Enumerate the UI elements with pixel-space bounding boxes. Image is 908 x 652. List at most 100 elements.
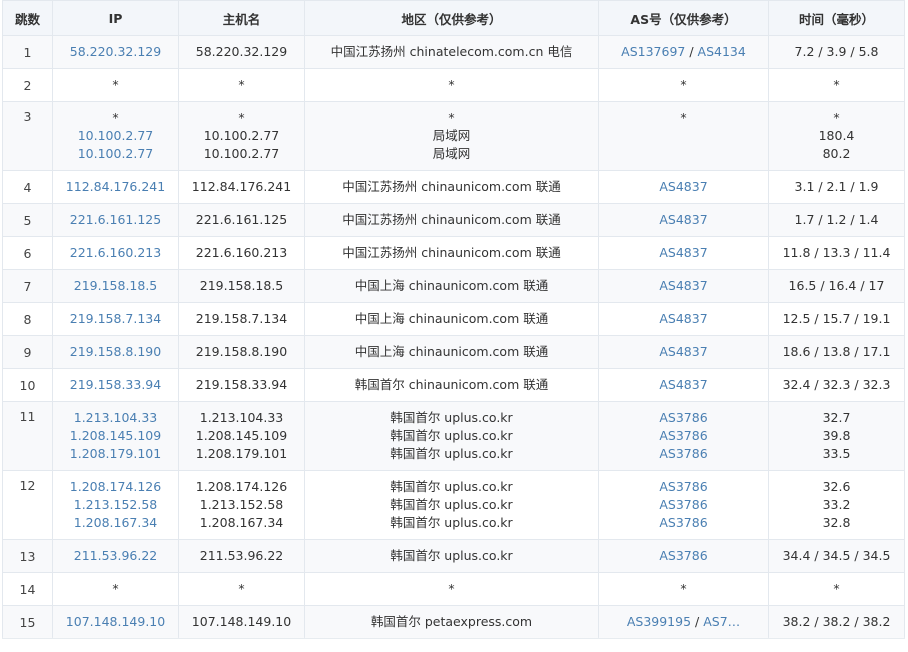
region-text: 韩国首尔 uplus.co.kr: [390, 446, 513, 461]
as-link[interactable]: AS7…: [703, 614, 740, 629]
ip-link[interactable]: 1.208.167.34: [55, 514, 176, 532]
ip-link[interactable]: 112.84.176.241: [55, 178, 176, 196]
as-link[interactable]: AS3786: [659, 497, 707, 512]
hostname-text: 221.6.161.125: [195, 212, 288, 227]
time-cell: 16.5 / 16.4 / 17: [768, 269, 905, 303]
time-cell: 38.2 / 38.2 / 38.2: [768, 605, 905, 639]
time-text: 16.5 / 16.4 / 17: [788, 278, 885, 293]
hostname-cell: *: [178, 572, 305, 606]
as-cell: *: [598, 68, 769, 102]
as-link[interactable]: AS3786: [659, 410, 707, 425]
as-link[interactable]: AS137697: [621, 44, 685, 59]
region-text: *: [448, 110, 455, 125]
hostname-text: *: [238, 581, 245, 596]
as-line: AS3786: [601, 496, 766, 514]
region-cell: 韩国首尔 petaexpress.com: [304, 605, 599, 639]
hostname-text: 219.158.33.94: [195, 377, 288, 392]
as-line: AS4837: [601, 343, 766, 361]
ip-link: *: [112, 581, 119, 596]
region-text: 中国上海 chinaunicom.com 联通: [354, 278, 549, 293]
as-link[interactable]: AS4837: [659, 344, 707, 359]
ip-link[interactable]: 10.100.2.77: [55, 145, 176, 163]
hop-cell: 12: [2, 470, 53, 540]
as-link[interactable]: AS3786: [659, 515, 707, 530]
as-link[interactable]: AS4134: [698, 44, 746, 59]
as-line: AS3786: [601, 445, 766, 463]
ip-cell: 219.158.7.134: [52, 302, 179, 336]
time-text: *: [833, 110, 840, 125]
time-text: 32.8: [822, 515, 851, 530]
hostname-text: 10.100.2.77: [203, 128, 280, 143]
ip-cell: 219.158.33.94: [52, 368, 179, 402]
region-text: 韩国首尔 uplus.co.kr: [390, 428, 513, 443]
time-text: 32.4 / 32.3 / 32.3: [782, 377, 891, 392]
ip-link[interactable]: 10.100.2.77: [55, 127, 176, 145]
time-cell: *: [768, 68, 905, 102]
table-row: 4 112.84.176.241 112.84.176.241 中国江苏扬州 chin…: [2, 170, 905, 204]
as-link[interactable]: AS4837: [659, 212, 707, 227]
ip-link[interactable]: 219.158.7.134: [55, 310, 176, 328]
time-text: 39.8: [822, 428, 851, 443]
as-link[interactable]: AS4837: [659, 245, 707, 260]
ip-link[interactable]: 219.158.33.94: [55, 376, 176, 394]
table-row: 9 219.158.8.190 219.158.8.190 中国上海 chinauni…: [2, 335, 905, 369]
table-row: 5 221.6.161.125 221.6.161.125 中国江苏扬州 chinau…: [2, 203, 905, 237]
hop-cell: 13: [2, 539, 53, 573]
ip-link[interactable]: 1.208.145.109: [55, 427, 176, 445]
as-separator: /: [685, 44, 698, 59]
as-link[interactable]: AS4837: [659, 311, 707, 326]
as-line: AS137697 / AS4134: [601, 43, 766, 61]
region-text: 中国江苏扬州 chinaunicom.com 联通: [342, 212, 561, 227]
ip-link[interactable]: 1.208.174.126: [55, 478, 176, 496]
hostname-cell: 219.158.18.5: [178, 269, 305, 303]
as-link[interactable]: AS3786: [659, 548, 707, 563]
as-line: AS3786: [601, 427, 766, 445]
ip-link[interactable]: 107.148.149.10: [55, 613, 176, 631]
region-text: 韩国首尔 uplus.co.kr: [390, 410, 513, 425]
hostname-text: 211.53.96.22: [199, 548, 284, 563]
hop-cell: 15: [2, 605, 53, 639]
hostname-text: 107.148.149.10: [191, 614, 292, 629]
region-cell: 韩国首尔 uplus.co.kr 韩国首尔 uplus.co.kr 韩国首尔 upl…: [304, 470, 599, 540]
ip-link[interactable]: 221.6.161.125: [55, 211, 176, 229]
ip-cell: 1.208.174.126 1.213.152.58 1.208.167.34: [52, 470, 179, 540]
ip-link[interactable]: 58.220.32.129: [55, 43, 176, 61]
as-line: AS4837: [601, 211, 766, 229]
as-link[interactable]: AS3786: [659, 428, 707, 443]
ip-link[interactable]: 211.53.96.22: [55, 547, 176, 565]
as-cell: AS4837: [598, 170, 769, 204]
region-cell: *: [304, 68, 599, 102]
as-link[interactable]: AS399195: [627, 614, 691, 629]
region-text: 中国江苏扬州 chinaunicom.com 联通: [342, 179, 561, 194]
region-text: 中国上海 chinaunicom.com 联通: [354, 311, 549, 326]
as-link[interactable]: AS4837: [659, 278, 707, 293]
as-link: *: [680, 110, 687, 125]
header-host: 主机名: [178, 0, 305, 36]
table-row: 7 219.158.18.5 219.158.18.5 中国上海 chinaunico…: [2, 269, 905, 303]
ip-cell: 107.148.149.10: [52, 605, 179, 639]
table-row: 8 219.158.7.134 219.158.7.134 中国上海 chinauni…: [2, 302, 905, 336]
header-time: 时间（毫秒）: [768, 0, 905, 36]
hostname-cell: 219.158.7.134: [178, 302, 305, 336]
ip-link[interactable]: 1.213.152.58: [55, 496, 176, 514]
as-link[interactable]: AS4837: [659, 179, 707, 194]
as-link[interactable]: AS3786: [659, 479, 707, 494]
ip-cell: * 10.100.2.77 10.100.2.77: [52, 101, 179, 171]
ip-link[interactable]: 1.208.179.101: [55, 445, 176, 463]
as-link[interactable]: AS3786: [659, 446, 707, 461]
ip-link[interactable]: 1.213.104.33: [55, 409, 176, 427]
ip-link[interactable]: 219.158.18.5: [55, 277, 176, 295]
as-link[interactable]: AS4837: [659, 377, 707, 392]
hostname-text: *: [238, 110, 245, 125]
hostname-cell: 1.213.104.33 1.208.145.109 1.208.179.101: [178, 401, 305, 471]
ip-link[interactable]: 219.158.8.190: [55, 343, 176, 361]
as-cell: AS4837: [598, 236, 769, 270]
as-cell: *: [598, 572, 769, 606]
time-text: *: [833, 77, 840, 92]
ip-link[interactable]: 221.6.160.213: [55, 244, 176, 262]
hop-cell: 14: [2, 572, 53, 606]
as-cell: AS4837: [598, 368, 769, 402]
region-text: 中国江苏扬州 chinaunicom.com 联通: [342, 245, 561, 260]
hop-cell: 5: [2, 203, 53, 237]
region-text: 中国江苏扬州 chinatelecom.com.cn 电信: [330, 44, 573, 59]
